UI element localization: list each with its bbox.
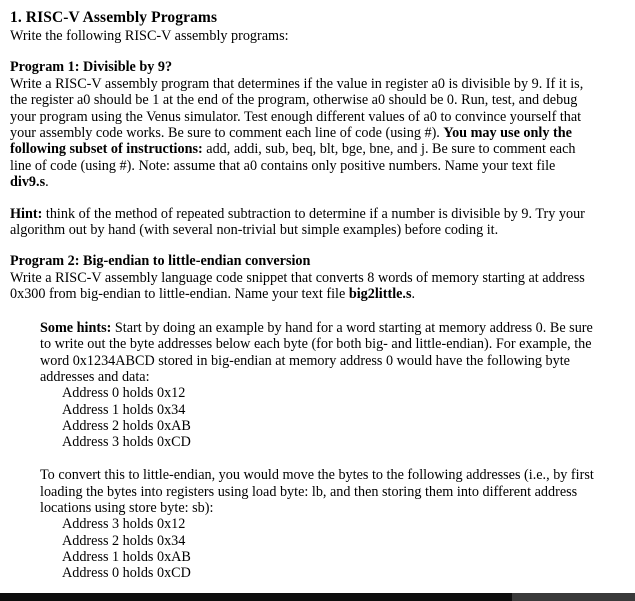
some-hints-label: Some hints:	[40, 319, 112, 336]
program2-body: Write a RISC-V assembly language code sn…	[10, 270, 588, 303]
program2-hints-paragraph: Some hints: Start by doing an example by…	[40, 320, 602, 386]
list-item: Address 2 holds 0xAB	[62, 417, 191, 434]
program1-hint: Hint: think of the method of repeated su…	[10, 206, 588, 239]
list-item: Address 0 holds 0xCD	[62, 564, 191, 581]
horizontal-scrollbar[interactable]	[0, 593, 635, 601]
hint-text: think of the method of repeated subtract…	[10, 205, 585, 239]
hint-label: Hint:	[10, 205, 43, 222]
document-page: 1. RISC-V Assembly Programs Write the fo…	[0, 0, 635, 593]
program2-heading: Program 2: Big-endian to little-endian c…	[10, 253, 311, 270]
list-item: Address 3 holds 0x12	[62, 516, 186, 533]
list-item: Address 1 holds 0xAB	[62, 548, 191, 565]
program1-heading: Program 1: Divisible by 9?	[10, 59, 173, 76]
some-hints-text: Start by doing an example by hand for a …	[40, 319, 593, 385]
program2-filename: big2little.s	[348, 286, 412, 303]
list-item: Address 3 holds 0xCD	[62, 433, 191, 450]
big-endian-address-list: Address 0 holds 0x12 Address 1 holds 0x3…	[40, 385, 602, 450]
program2-body-part1: Write a RISC-V assembly language code sn…	[10, 269, 585, 303]
program1-body-end: .	[45, 174, 49, 191]
list-item: Address 2 holds 0x34	[62, 532, 186, 549]
program2-hints-block: Some hints: Start by doing an example by…	[40, 320, 602, 581]
list-item: Address 1 holds 0x34	[62, 401, 186, 418]
little-endian-address-list: Address 3 holds 0x12 Address 2 holds 0x3…	[40, 516, 602, 581]
program1-filename: div9.s	[10, 174, 46, 191]
horizontal-scrollbar-thumb[interactable]	[0, 593, 512, 601]
intro-paragraph: Write the following RISC-V assembly prog…	[10, 28, 289, 44]
program2-body-end: .	[411, 286, 416, 303]
program1-body: Write a RISC-V assembly program that det…	[10, 76, 588, 191]
program2-convert-paragraph: To convert this to little-endian, you wo…	[40, 467, 594, 516]
list-item: Address 0 holds 0x12	[62, 385, 186, 402]
page-title: 1. RISC-V Assembly Programs	[10, 9, 218, 26]
